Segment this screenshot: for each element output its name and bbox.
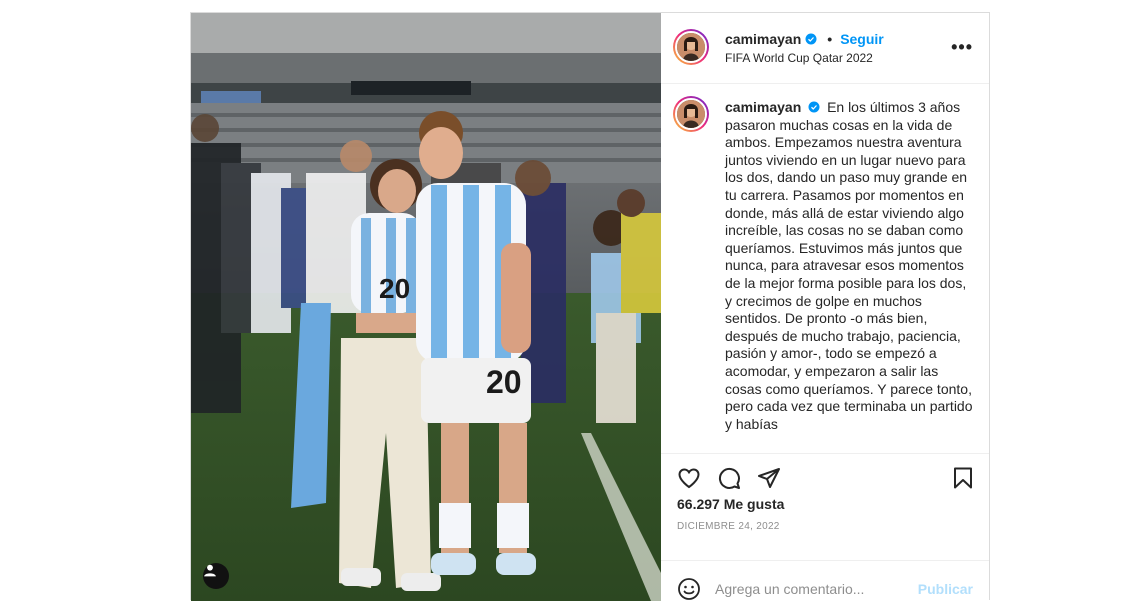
verified-badge-icon [808,101,820,113]
comment-input[interactable] [715,581,915,597]
post-date: DICIEMBRE 24, 2022 [677,521,780,532]
location-link[interactable]: FIFA World Cup Qatar 2022 [725,51,873,65]
photo-illustration: 20 20 [191,13,661,601]
jersey-number-right: 20 [486,364,522,400]
post-header: camimayan • Seguir FIFA World Cup Qatar … [661,13,989,84]
caption-area: camimayan En los últimos 3 años pasaron … [661,84,989,441]
caption: camimayan En los últimos 3 años pasaron … [725,99,973,433]
username-link[interactable]: camimayan [725,31,801,47]
jersey-number-left: 20 [379,273,410,304]
caption-text: En los últimos 3 años pasaron muchas cos… [725,99,973,432]
heart-icon[interactable] [677,466,701,490]
avatar[interactable] [673,96,709,132]
avatar-photo [677,100,705,128]
post-actions: 66.297 Me gusta DICIEMBRE 24, 2022 Publi… [661,453,989,602]
post-sidebar: camimayan • Seguir FIFA World Cup Qatar … [661,13,989,601]
avatar-photo [677,33,705,61]
follow-button[interactable]: Seguir [840,31,884,47]
instagram-post: 20 20 camimayan • Seguir FIFA World Cup … [190,12,990,601]
post-photo[interactable]: 20 20 [191,13,661,601]
caption-username[interactable]: camimayan [725,99,801,115]
tag-people-button[interactable] [203,563,229,589]
more-options-button[interactable]: ••• [951,37,973,58]
person-tag-icon [204,564,216,577]
comment-row: Publicar [661,560,989,603]
likes-count[interactable]: 66.297 Me gusta [677,496,784,512]
smiley-icon[interactable] [677,577,701,601]
avatar[interactable] [673,29,709,65]
verified-badge-icon [805,33,817,45]
separator-dot: • [827,31,833,47]
publish-button[interactable]: Publicar [918,581,973,597]
comment-icon[interactable] [717,466,741,490]
paper-plane-icon[interactable] [757,466,781,490]
bookmark-icon[interactable] [951,466,975,490]
